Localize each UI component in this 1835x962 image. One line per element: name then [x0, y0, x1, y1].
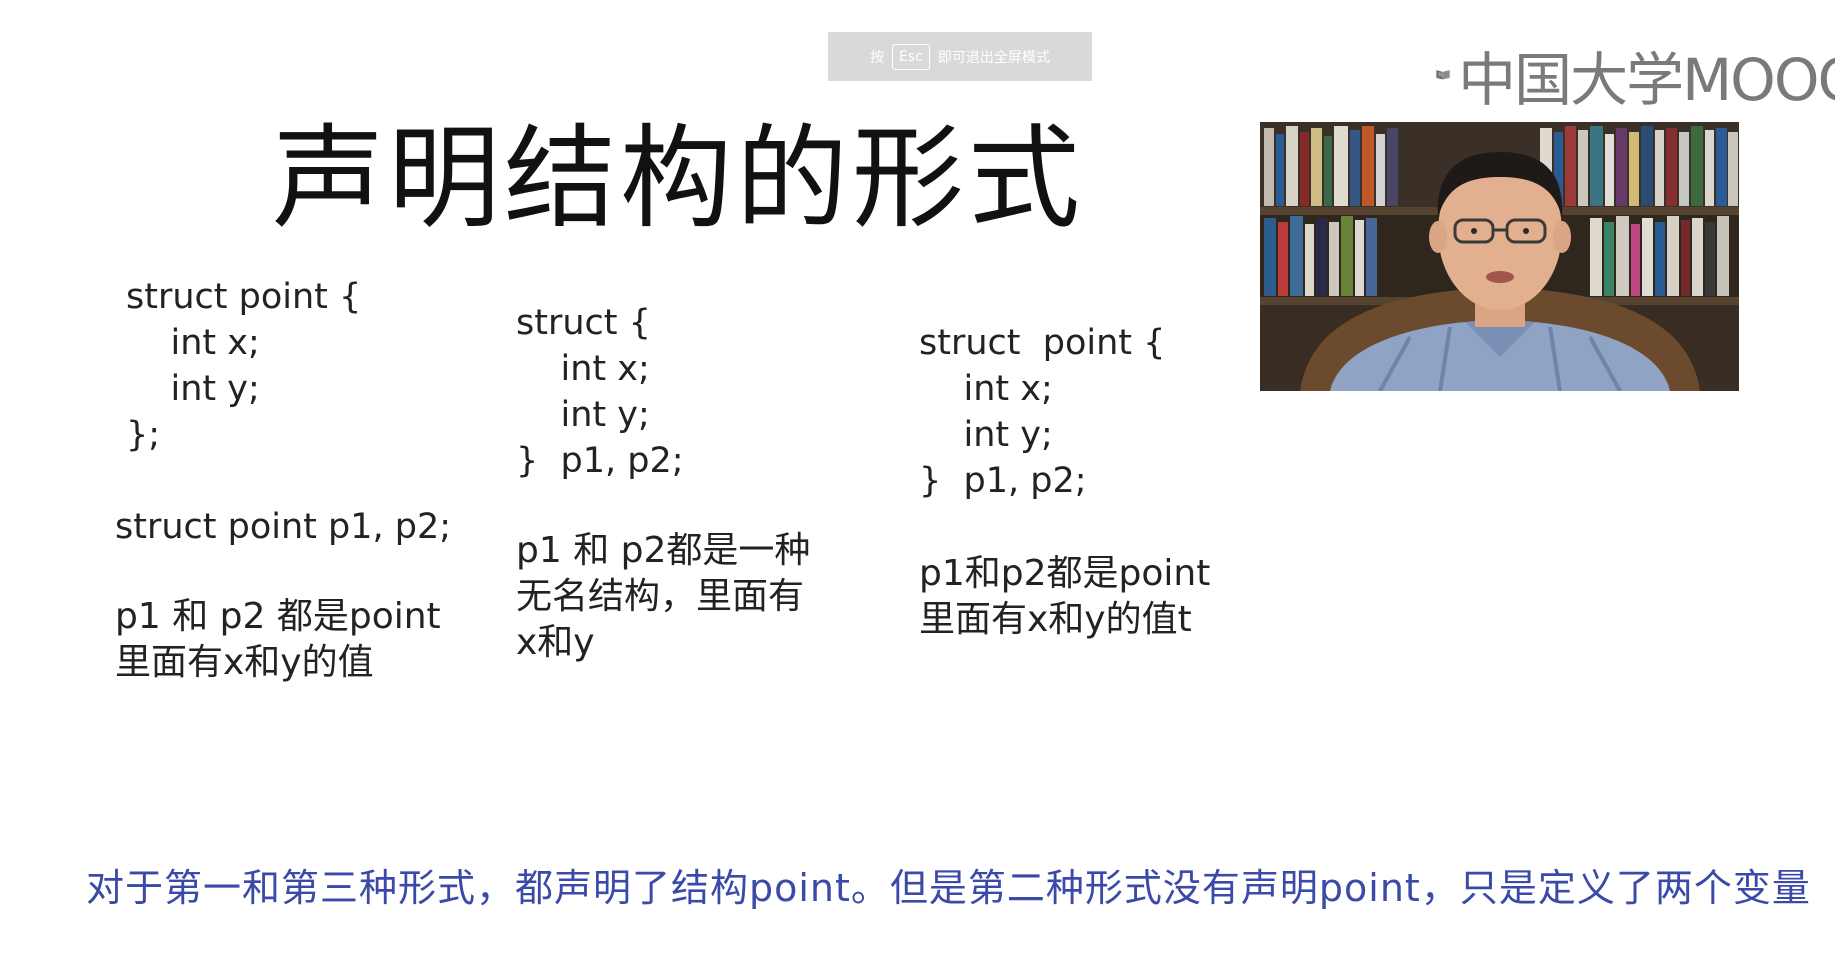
- code-block-1: struct point { int x; int y; };: [126, 277, 362, 455]
- exit-fullscreen-hint: 按 Esc 即可退出全屏模式: [828, 32, 1092, 81]
- esc-hint-prefix: 按: [870, 49, 885, 66]
- code-block-3: struct point { int x; int y; } p1, p2;: [919, 323, 1166, 501]
- lecturer-video-frame: [1260, 122, 1739, 391]
- esc-key-badge: Esc: [892, 43, 930, 70]
- note-2: p1 和 p2都是一种 无名结构，里面有 x和y: [516, 530, 811, 663]
- note-1: p1 和 p2 都是point 里面有x和y的值: [115, 596, 441, 683]
- declaration-1: struct point p1, p2;: [115, 507, 452, 547]
- lecturer-video: [1260, 122, 1739, 391]
- mooc-book-icon: [1436, 70, 1450, 80]
- code-block-2: struct { int x; int y; } p1, p2;: [516, 303, 684, 481]
- logo-text: 中国大学MOOC: [1458, 46, 1835, 114]
- note-3: p1和p2都是point 里面有x和y的值t: [919, 553, 1211, 640]
- slide-title: 声明结构的形式: [272, 114, 1084, 244]
- mooc-logo: 中国大学MOOC: [1436, 42, 1835, 114]
- esc-hint-suffix: 即可退出全屏模式: [937, 49, 1050, 66]
- caption-subtitle: 对于第一和第三种形式，都声明了结构point。但是第二种形式没有声明point，…: [86, 866, 1811, 910]
